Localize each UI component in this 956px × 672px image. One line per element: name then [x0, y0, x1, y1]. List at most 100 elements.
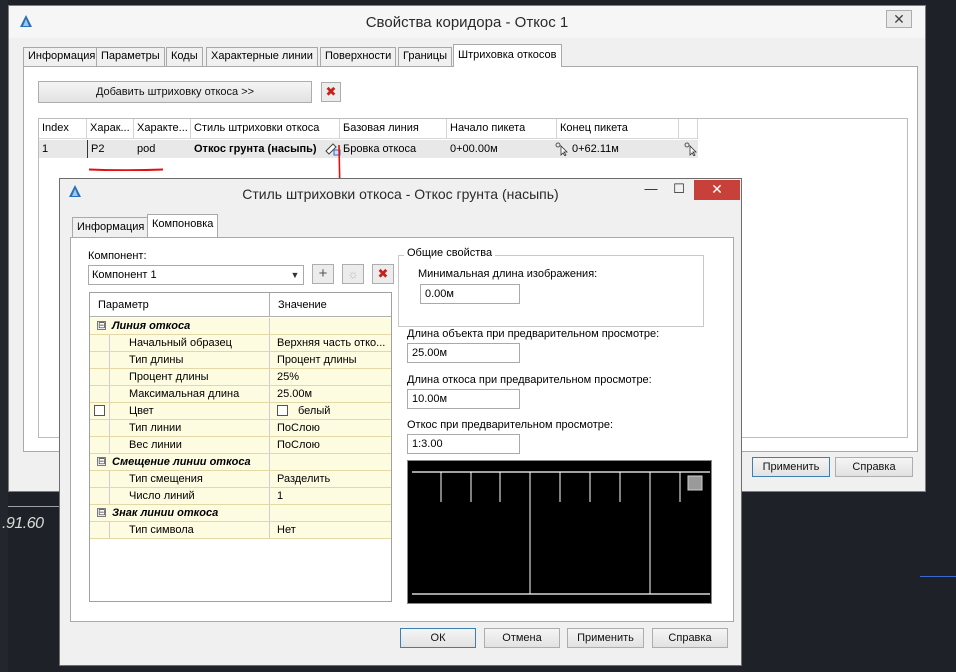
- table-header: Index Харак... Характе... Стиль штриховк…: [39, 119, 698, 139]
- column-baseline[interactable]: Базовая линия: [340, 119, 447, 139]
- property-value[interactable]: белый: [277, 403, 390, 419]
- property-value[interactable]: 1: [277, 488, 390, 504]
- column-index[interactable]: Index: [39, 119, 87, 139]
- property-row[interactable]: Тип линии ПоСлою: [90, 420, 391, 437]
- tab-feature-lines[interactable]: Характерные линии: [206, 47, 318, 66]
- property-value: [277, 318, 390, 334]
- property-value[interactable]: Нет: [277, 522, 390, 538]
- red-annotation-underline: [89, 168, 163, 171]
- property-name: Процент длины: [109, 369, 270, 385]
- object-length-field[interactable]: 25.00м: [407, 343, 520, 363]
- delete-icon[interactable]: [321, 82, 341, 102]
- tab-information[interactable]: Информация: [23, 47, 101, 66]
- property-name: Тип длины: [109, 352, 270, 368]
- cell-end-station[interactable]: 0+62.11м: [569, 140, 679, 158]
- cad-label: .91.60: [2, 515, 44, 532]
- property-row[interactable]: Процент длины 25%: [90, 369, 391, 386]
- table-row[interactable]: 1 P2 pod Откос грунта (насыпь) Бровка от…: [39, 140, 698, 158]
- column-char-2[interactable]: Характе...: [134, 119, 191, 139]
- component-select[interactable]: Компонент 1 ▼: [88, 265, 304, 285]
- property-name: Тип символа: [109, 522, 270, 538]
- pick-station-icon[interactable]: [684, 142, 698, 156]
- property-category[interactable]: ⊟ Линия откоса: [90, 318, 391, 335]
- pattern-preview: [407, 460, 712, 604]
- tab-slope-patterns[interactable]: Штриховка откосов: [453, 44, 562, 67]
- cad-drawing-area: [0, 0, 8, 672]
- help-button[interactable]: Справка: [652, 628, 728, 648]
- copy-component-button[interactable]: ☼: [342, 264, 364, 284]
- property-name: Начальный образец: [109, 335, 270, 351]
- property-name: Знак линии откоса: [90, 505, 270, 521]
- property-value[interactable]: Процент длины: [277, 352, 390, 368]
- property-row[interactable]: Тип смещения Разделить: [90, 471, 391, 488]
- tab-layout[interactable]: Компоновка: [147, 214, 219, 237]
- property-row[interactable]: Максимальная длина 25.00м: [90, 386, 391, 403]
- column-filler: [679, 119, 698, 139]
- add-component-button[interactable]: +: [312, 264, 334, 284]
- min-image-length-field[interactable]: 0.00м: [420, 284, 520, 304]
- help-button[interactable]: Справка: [835, 457, 913, 477]
- cell-char-1[interactable]: P2: [87, 140, 134, 158]
- property-name: Тип смещения: [109, 471, 270, 487]
- slope-ratio-label: Откос при предварительном просмотре:: [407, 419, 614, 431]
- color-swatch: [277, 405, 288, 416]
- apply-button[interactable]: Применить: [567, 628, 644, 648]
- cad-line-blue: [920, 576, 956, 577]
- close-button[interactable]: ✕: [886, 10, 912, 28]
- property-row[interactable]: Тип длины Процент длины: [90, 352, 391, 369]
- min-image-length-label: Минимальная длина изображения:: [418, 268, 598, 280]
- cell-index: 1: [42, 143, 49, 155]
- maximize-button[interactable]: ☐: [665, 180, 693, 200]
- cancel-button[interactable]: Отмена: [484, 628, 560, 648]
- slope-ratio-field[interactable]: 1:3.00: [407, 434, 520, 454]
- tab-codes[interactable]: Коды: [166, 47, 203, 66]
- property-value[interactable]: Разделить: [277, 471, 390, 487]
- close-button[interactable]: ✕: [694, 180, 740, 200]
- window-title: Свойства коридора - Откос 1: [365, 14, 569, 31]
- column-char-1[interactable]: Харак...: [87, 119, 134, 139]
- tab-surfaces[interactable]: Поверхности: [320, 47, 397, 66]
- slope-pattern-style-dialog: Стиль штриховки откоса - Откос грунта (н…: [59, 178, 742, 666]
- ok-button[interactable]: ОК: [400, 628, 476, 648]
- color-checkbox[interactable]: [94, 405, 105, 416]
- property-row[interactable]: Цвет белый: [90, 403, 391, 420]
- property-value[interactable]: ПоСлою: [277, 420, 390, 436]
- pick-station-icon[interactable]: [555, 142, 569, 156]
- cell-char-2[interactable]: pod: [134, 140, 191, 158]
- column-start-station[interactable]: Начало пикета: [447, 119, 557, 139]
- cell-style[interactable]: Откос грунта (насыпь): [191, 140, 325, 158]
- column-end-station[interactable]: Конец пикета: [557, 119, 679, 139]
- property-value[interactable]: 25.00м: [277, 386, 390, 402]
- property-row[interactable]: Начальный образец Верхняя часть отко...: [90, 335, 391, 352]
- cell-start-station[interactable]: 0+00.00м: [447, 140, 547, 158]
- apply-button[interactable]: Применить: [752, 457, 830, 477]
- tab-parameters[interactable]: Параметры: [96, 47, 165, 66]
- preview-drawing: [412, 471, 710, 595]
- property-grid: Параметр Значение ⊟ Линия откоса Начальный…: [89, 292, 392, 602]
- property-name: Максимальная длина: [109, 386, 270, 402]
- delete-icon[interactable]: [372, 264, 394, 284]
- property-row[interactable]: Тип символа Нет: [90, 522, 391, 539]
- property-row[interactable]: Число линий 1: [90, 488, 391, 505]
- cell-baseline[interactable]: Бровка откоса: [340, 140, 447, 158]
- property-row[interactable]: Вес линии ПоСлою: [90, 437, 391, 454]
- component-label: Компонент:: [88, 250, 147, 262]
- tab-boundaries[interactable]: Границы: [398, 47, 452, 66]
- color-name: белый: [298, 405, 331, 417]
- property-value[interactable]: 25%: [277, 369, 390, 385]
- property-grid-header: Параметр Значение: [90, 293, 391, 317]
- property-category[interactable]: ⊟ Смещение линии откоса: [90, 454, 391, 471]
- column-style[interactable]: Стиль штриховки откоса: [191, 119, 340, 139]
- header-value: Значение: [278, 299, 327, 311]
- slope-length-field[interactable]: 10.00м: [407, 389, 520, 409]
- property-category[interactable]: ⊟ Знак линии откоса: [90, 505, 391, 522]
- minimize-button[interactable]: —: [637, 180, 665, 200]
- add-slope-pattern-button[interactable]: Добавить штриховку откоса >>: [38, 81, 312, 103]
- property-value[interactable]: ПоСлою: [277, 437, 390, 453]
- property-value: [277, 505, 390, 521]
- property-name: Смещение линии откоса: [90, 454, 270, 470]
- title-bar: Свойства коридора - Откос 1 ✕: [9, 6, 925, 38]
- property-value[interactable]: Верхняя часть отко...: [277, 335, 390, 351]
- property-name: Линия откоса: [90, 318, 270, 334]
- tab-information[interactable]: Информация: [72, 217, 150, 237]
